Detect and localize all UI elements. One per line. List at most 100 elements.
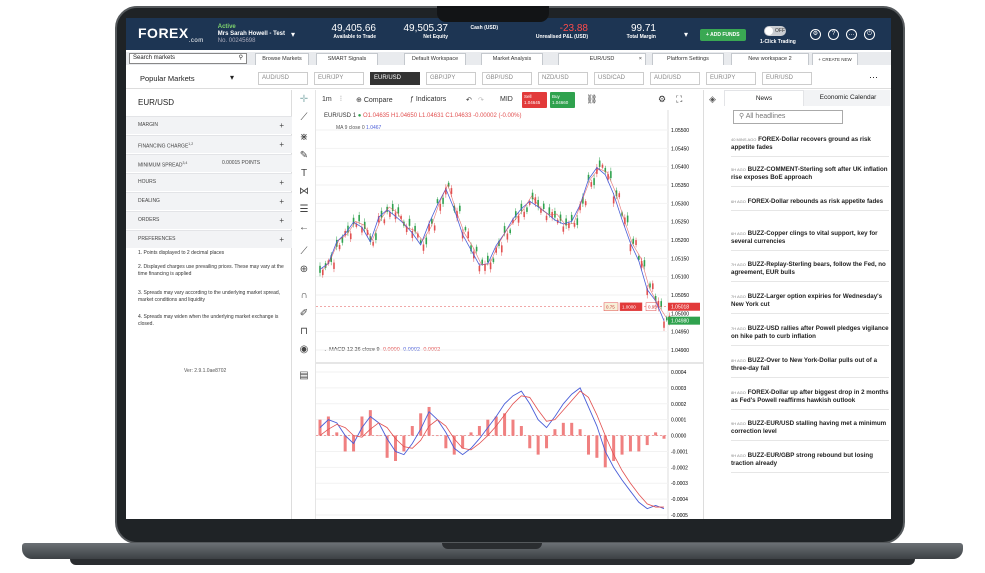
zoom-icon[interactable]: ⊕ bbox=[298, 264, 310, 276]
brush-icon[interactable]: ✎ bbox=[298, 150, 310, 162]
news-item[interactable]: 6H AGO BUZZ-Copper clings to vital suppo… bbox=[731, 230, 889, 251]
headlines-search-input[interactable]: ⚲ All headlines bbox=[733, 110, 843, 124]
candle bbox=[523, 211, 525, 218]
more-options-icon[interactable]: ⋯ bbox=[869, 72, 878, 83]
symbol-eur-jpy[interactable]: EUR/JPY bbox=[706, 72, 756, 85]
section-margin[interactable]: MARGIN + bbox=[126, 116, 292, 134]
symbol-eur-usd[interactable]: EUR/USD bbox=[370, 72, 420, 85]
news-item[interactable]: 7H AGO BUZZ-USD rallies after Powell ple… bbox=[731, 325, 889, 346]
expand-plus-icon[interactable]: + bbox=[279, 174, 284, 191]
symbol-usd-cad[interactable]: USD/CAD bbox=[594, 72, 644, 85]
stat-equity: 49,505.37 Net Equity bbox=[403, 23, 449, 41]
prediction-icon[interactable]: ☰ bbox=[298, 204, 310, 216]
section-preferences[interactable]: PREFERENCES + bbox=[126, 230, 292, 248]
section-hours[interactable]: HOURS + bbox=[126, 173, 292, 191]
tab-browse-markets[interactable]: Browse Markets bbox=[255, 53, 309, 65]
account-chevron-down-icon[interactable]: ▾ bbox=[291, 30, 295, 39]
y-tick-label: 1.05000 bbox=[671, 311, 689, 317]
candle bbox=[601, 164, 604, 168]
undo-icon[interactable]: ↶ bbox=[466, 96, 472, 104]
tab-smart-signals[interactable]: SMART Signals bbox=[316, 53, 378, 65]
section-financing-charge[interactable]: FINANCING CHARGE1,2 + bbox=[126, 135, 292, 153]
symbol-gbp-usd[interactable]: GBP/USD bbox=[482, 72, 532, 85]
tab-new-workspace-2[interactable]: New workspace 2 bbox=[731, 53, 809, 65]
expand-plus-icon[interactable]: + bbox=[279, 231, 284, 248]
one-click-toggle[interactable]: OFF bbox=[764, 26, 786, 36]
price-chart[interactable]: 1.05500 1.05450 1.05400 1.05350 1.05300 1.052… bbox=[316, 110, 703, 519]
ruler-icon[interactable]: ⟋ bbox=[298, 246, 310, 258]
compare-button[interactable]: ⊕ Compare bbox=[356, 96, 393, 104]
price-mode-label[interactable]: MID bbox=[500, 96, 513, 103]
lock-drawing-icon[interactable]: ✐ bbox=[298, 308, 310, 320]
fullscreen-icon[interactable]: ⛶ bbox=[676, 94, 682, 105]
histogram-bar bbox=[561, 422, 565, 436]
chart-settings-icon[interactable]: ⚙ bbox=[658, 94, 666, 105]
account-number: No. 00245698 bbox=[217, 37, 256, 44]
news-item[interactable]: 7H AGO BUZZ-Replay-Sterling bears, follo… bbox=[731, 261, 889, 283]
tab-platform-settings[interactable]: Platform Settings bbox=[652, 53, 724, 65]
layers-icon[interactable]: ◈ bbox=[709, 94, 716, 105]
histogram-bar bbox=[368, 410, 372, 436]
section-orders[interactable]: ORDERS + bbox=[126, 211, 292, 229]
trend-line-icon[interactable]: ⟋ bbox=[298, 112, 310, 124]
text-tool-icon[interactable]: T bbox=[298, 168, 310, 180]
link-icon[interactable]: ⛓ bbox=[586, 94, 597, 105]
symbol-nzd-usd[interactable]: NZD/USD bbox=[538, 72, 588, 85]
expand-plus-icon[interactable]: + bbox=[279, 212, 284, 229]
close-tab-icon[interactable]: × bbox=[639, 54, 642, 65]
fib-tool-icon[interactable]: ⋇ bbox=[298, 132, 310, 144]
symbol-eur-jpy[interactable]: EUR/JPY bbox=[314, 72, 364, 85]
add-funds-button[interactable]: + ADD FUNDS bbox=[700, 29, 746, 41]
redo-icon[interactable]: ↷ bbox=[478, 96, 484, 104]
histogram-bar bbox=[511, 419, 515, 436]
candle bbox=[598, 160, 601, 167]
news-headline: BUZZ-EUR/USD stalling having met a minim… bbox=[731, 420, 887, 436]
tab-market-analysis[interactable]: Market Analysis bbox=[481, 53, 543, 65]
symbol-aud-usd[interactable]: AUD/USD bbox=[650, 72, 700, 85]
settings-gear-icon[interactable]: ⚙ bbox=[810, 29, 821, 40]
search-markets-input[interactable]: Search markets ⚲ bbox=[129, 53, 247, 64]
interval-button[interactable]: 1m bbox=[322, 96, 332, 103]
news-item[interactable]: 8H AGO FOREX-Dollar up after biggest dro… bbox=[731, 389, 889, 410]
news-panel: ◈ News Economic Calendar ⚲ All headlines… bbox=[703, 90, 891, 519]
news-item[interactable]: 6H AGO FOREX-Dollar rebounds as risk app… bbox=[731, 198, 889, 211]
stats-chevron-down-icon[interactable]: ▾ bbox=[684, 30, 688, 39]
trash-icon[interactable]: ▤ bbox=[298, 370, 310, 382]
account-info[interactable]: Active Mrs Sarah Howell - Test No. 00245… bbox=[218, 24, 285, 45]
buy-button[interactable]: Buy 1.04660 bbox=[550, 92, 575, 108]
help-icon[interactable]: ? bbox=[828, 29, 839, 40]
section-dealing[interactable]: DEALING + bbox=[126, 192, 292, 210]
magnet-icon[interactable]: ∩ bbox=[298, 290, 310, 302]
tab-default-workspace[interactable]: Default Workspace bbox=[404, 53, 466, 65]
news-item[interactable]: 9H AGO BUZZ-EUR/GBP strong rebound but l… bbox=[731, 452, 889, 474]
back-arrow-icon[interactable]: ← bbox=[298, 222, 310, 234]
expand-plus-icon[interactable]: + bbox=[279, 136, 284, 153]
symbol-gbp-jpy[interactable]: GBP/JPY bbox=[426, 72, 476, 85]
tab-eur-usd[interactable]: EUR/USD × bbox=[558, 53, 646, 65]
news-item[interactable]: 8H AGO BUZZ-Over to New York-Dollar pull… bbox=[731, 357, 889, 378]
pattern-icon[interactable]: ⋈ bbox=[298, 186, 310, 198]
news-item[interactable]: 7H AGO BUZZ-Larger option expiries for W… bbox=[731, 293, 889, 315]
chat-icon[interactable]: … bbox=[846, 29, 857, 40]
sell-button[interactable]: Sell 1.04645 bbox=[522, 92, 547, 108]
chevron-down-icon[interactable]: ▾ bbox=[230, 73, 234, 82]
symbol-eur-usd[interactable]: EUR/USD bbox=[762, 72, 812, 85]
news-item[interactable]: 40 MINS AGO FOREX-Dollar recovers ground… bbox=[731, 136, 889, 157]
news-item[interactable]: 5H AGO BUZZ-COMMENT-Sterling soft after … bbox=[731, 166, 889, 187]
visibility-eye-icon[interactable]: ◉ bbox=[298, 344, 310, 356]
bar-type-icon[interactable]: ⫶ bbox=[340, 96, 342, 104]
popular-markets-dropdown[interactable]: Popular Markets bbox=[140, 74, 195, 83]
tab-news[interactable]: News bbox=[724, 90, 804, 106]
tab-economic-calendar[interactable]: Economic Calendar bbox=[806, 90, 890, 106]
crosshair-icon[interactable]: ✛ bbox=[298, 94, 310, 106]
section-minimum-spread[interactable]: MINIMUM SPREAD3,4 0.00015 POINTS bbox=[126, 154, 292, 172]
expand-plus-icon[interactable]: + bbox=[279, 193, 284, 210]
candle bbox=[573, 223, 576, 227]
symbol-aud-usd[interactable]: AUD/USD bbox=[258, 72, 308, 85]
lock-icon[interactable]: ⊓ bbox=[298, 326, 310, 338]
news-item[interactable]: 9H AGO BUZZ-EUR/USD stalling having met … bbox=[731, 420, 889, 442]
logout-icon[interactable]: ⏻ bbox=[864, 29, 875, 40]
expand-plus-icon[interactable]: + bbox=[279, 117, 284, 134]
indicators-button[interactable]: ƒ Indicators bbox=[410, 96, 446, 103]
create-new-tab-button[interactable]: + CREATE NEW bbox=[812, 53, 858, 65]
